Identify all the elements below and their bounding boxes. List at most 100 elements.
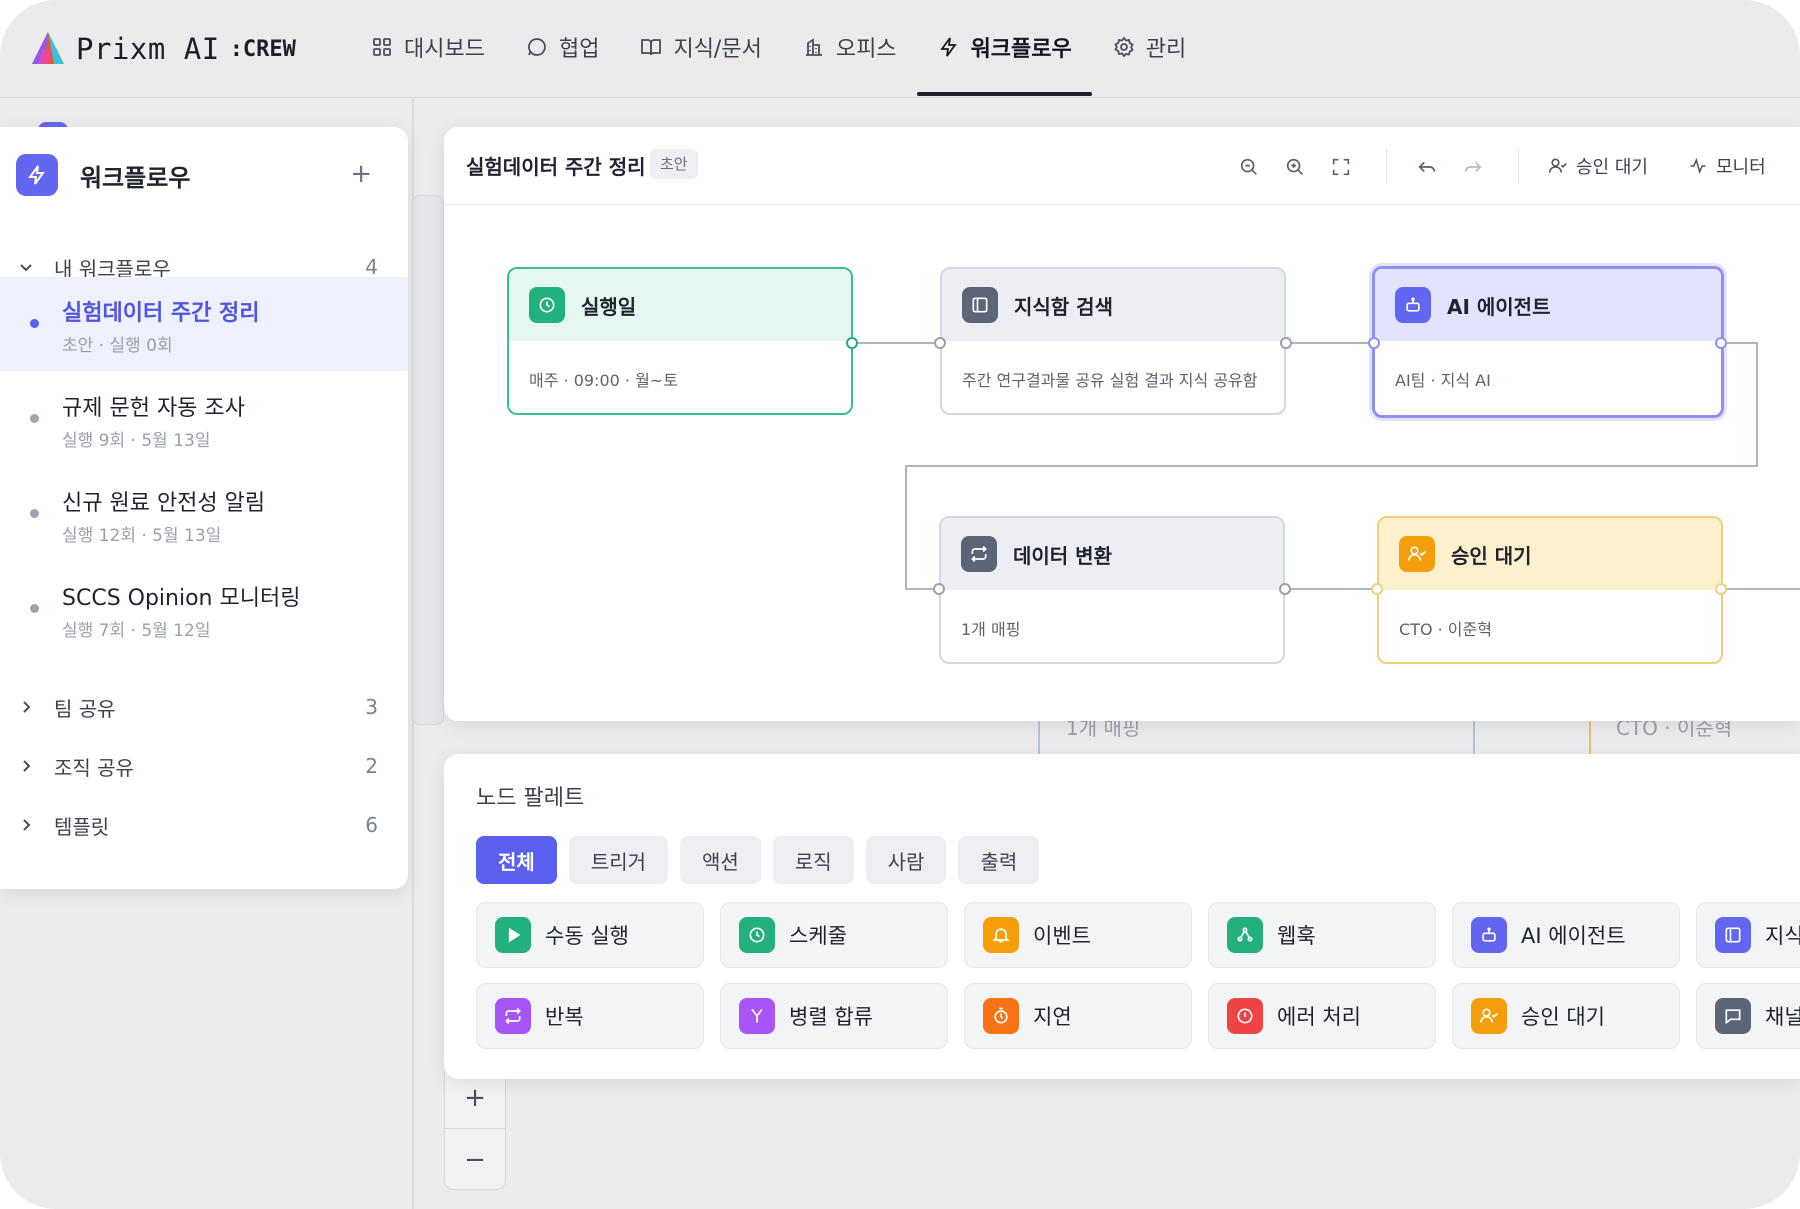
palette-item-event[interactable]: 이벤트	[964, 902, 1192, 968]
node-description: AI팀 · 지식 AI	[1395, 371, 1491, 390]
node-header: 승인 대기	[1379, 518, 1721, 590]
workflow-list-item[interactable]: 규제 문헌 자동 조사 실행 9회 · 5월 13일	[0, 372, 408, 466]
palette-item-manual-run[interactable]: 수동 실행	[476, 902, 704, 968]
input-port[interactable]	[933, 583, 945, 595]
palette-item-ai-agent[interactable]: AI 에이전트	[1452, 902, 1680, 968]
workflow-node-trigger[interactable]: 실행일 매주 · 09:00 · 월~토	[507, 267, 853, 415]
palette-item-repeat[interactable]: 반복	[476, 983, 704, 1049]
workflow-node-ai-agent[interactable]: AI 에이전트 AI팀 · 지식 AI	[1372, 266, 1724, 418]
input-port[interactable]	[934, 337, 946, 349]
gear-icon	[1114, 36, 1134, 58]
node-palette: 노드 팔레트 전체 트리거 액션 로직 사람 출력 수동 실행 스케줄 이벤트	[444, 754, 1800, 1079]
alert-icon	[1227, 998, 1263, 1034]
palette-item-knowledge[interactable]: 지식	[1696, 902, 1800, 968]
user-check-icon	[1399, 536, 1435, 572]
palette-item-label: 수동 실행	[545, 924, 629, 948]
palette-item-approval[interactable]: 승인 대기	[1452, 983, 1680, 1049]
chevron-right-icon	[23, 819, 31, 831]
group-count: 3	[365, 695, 378, 719]
group-count: 6	[365, 813, 378, 837]
sidebar-group-templates[interactable]: 템플릿 6	[0, 803, 408, 847]
prism-logo-icon	[32, 32, 64, 64]
brand-suffix: :CREW	[229, 36, 296, 62]
palette-item-label: 채널	[1765, 1005, 1800, 1029]
nav-tab-workflow[interactable]: 워크플로우	[916, 0, 1092, 96]
sidebar-group-team-shared[interactable]: 팀 공유 3	[0, 685, 408, 729]
nav-tab-label: 관리	[1145, 37, 1187, 62]
workflow-meta: 실행 9회 · 5월 13일	[62, 431, 211, 451]
chevron-right-icon	[23, 701, 31, 713]
workflow-list-item[interactable]: SCCS Opinion 모니터링 실행 7회 · 5월 12일	[0, 562, 408, 656]
workflow-meta: 초안 · 실행 0회	[62, 336, 173, 356]
nav-tab-dashboard[interactable]: 대시보드	[350, 0, 505, 94]
workflow-icon	[16, 154, 58, 196]
library-icon	[962, 287, 998, 323]
workflow-node-approval[interactable]: 승인 대기 CTO · 이준혁	[1377, 516, 1723, 664]
palette-item-parallel-merge[interactable]: 병렬 합류	[720, 983, 948, 1049]
node-description: 주간 연구결과물 공유 실험 결과 지식 공유함	[962, 371, 1258, 390]
palette-tab-action[interactable]: 액션	[680, 836, 761, 884]
nav-tab-label: 협업	[558, 37, 600, 62]
workflow-list-item[interactable]: 실험데이터 주간 정리 초안 · 실행 0회	[0, 277, 408, 371]
zoom-out-button[interactable]: −	[445, 1129, 505, 1191]
top-navigation: Prixm AI :CREW 대시보드 협업 지식/문서 오피스 워크플로우 관…	[0, 0, 1800, 98]
palette-tab-trigger[interactable]: 트리거	[568, 836, 669, 884]
input-port[interactable]	[1368, 337, 1380, 349]
nav-tab-office[interactable]: 오피스	[782, 0, 917, 94]
palette-item-label: 지식	[1765, 924, 1800, 948]
workflow-meta: 실행 12회 · 5월 13일	[62, 526, 222, 546]
palette-item-channel[interactable]: 채널	[1696, 983, 1800, 1049]
repeat-icon	[495, 998, 531, 1034]
group-label: 조직 공유	[54, 755, 134, 780]
node-description: 1개 매핑	[961, 620, 1021, 639]
node-header: AI 에이전트	[1375, 269, 1721, 341]
output-port[interactable]	[846, 337, 858, 349]
transform-icon	[961, 536, 997, 572]
node-description: CTO · 이준혁	[1399, 620, 1492, 639]
palette-tab-output[interactable]: 출력	[958, 836, 1040, 884]
palette-tab-human[interactable]: 사람	[865, 836, 947, 884]
sidebar-header: 워크플로우 +	[16, 151, 392, 199]
palette-tab-all[interactable]: 전체	[476, 836, 557, 884]
palette-item-label: 병렬 합류	[789, 1005, 873, 1029]
clock-icon	[739, 917, 775, 953]
background-wire	[1038, 720, 1040, 754]
workflow-name: 규제 문헌 자동 조사	[62, 396, 245, 421]
grid-icon	[373, 38, 391, 56]
nav-tab-knowledge[interactable]: 지식/문서	[619, 0, 781, 94]
nav-tab-label: 지식/문서	[673, 37, 762, 62]
workflow-list-item[interactable]: 신규 원료 안전성 알림 실행 12회 · 5월 13일	[0, 467, 408, 561]
palette-item-label: 웹훅	[1277, 924, 1316, 948]
nav-tab-admin[interactable]: 관리	[1092, 0, 1206, 94]
output-port[interactable]	[1715, 583, 1727, 595]
node-description: 매주 · 09:00 · 월~토	[529, 371, 678, 390]
palette-item-error-handling[interactable]: 에러 처리	[1208, 983, 1436, 1049]
nav-tab-collaboration[interactable]: 협업	[505, 0, 619, 94]
palette-item-label: AI 에이전트	[1521, 924, 1626, 948]
workflow-name: 신규 원료 안전성 알림	[62, 491, 266, 516]
workflow-node-knowledge-search[interactable]: 지식함 검색 주간 연구결과물 공유 실험 결과 지식 공유함	[940, 267, 1286, 415]
output-port[interactable]	[1715, 337, 1727, 349]
sidebar-group-org-shared[interactable]: 조직 공유 2	[0, 744, 408, 788]
palette-item-label: 반복	[545, 1005, 584, 1029]
robot-icon	[1395, 287, 1431, 323]
output-port[interactable]	[1280, 337, 1292, 349]
palette-item-schedule[interactable]: 스케줄	[720, 902, 948, 968]
background-wire	[1473, 720, 1475, 754]
add-workflow-button[interactable]: +	[350, 159, 372, 189]
palette-item-webhook[interactable]: 웹훅	[1208, 902, 1436, 968]
timer-icon	[983, 998, 1019, 1034]
palette-tab-logic[interactable]: 로직	[772, 836, 854, 884]
palette-item-label: 스케줄	[789, 924, 847, 948]
workflow-node-data-transform[interactable]: 데이터 변환 1개 매핑	[939, 516, 1285, 664]
library-icon	[1715, 917, 1751, 953]
palette-item-label: 이벤트	[1033, 924, 1091, 948]
nav-tabs: 대시보드 협업 지식/문서 오피스 워크플로우 관리	[350, 0, 1206, 98]
group-label: 템플릿	[54, 814, 110, 839]
brand[interactable]: Prixm AI :CREW	[30, 27, 296, 71]
input-port[interactable]	[1371, 583, 1383, 595]
palette-item-delay[interactable]: 지연	[964, 983, 1192, 1049]
nav-tab-label: 오피스	[835, 37, 897, 62]
output-port[interactable]	[1279, 583, 1291, 595]
chevron-right-icon	[23, 760, 31, 772]
